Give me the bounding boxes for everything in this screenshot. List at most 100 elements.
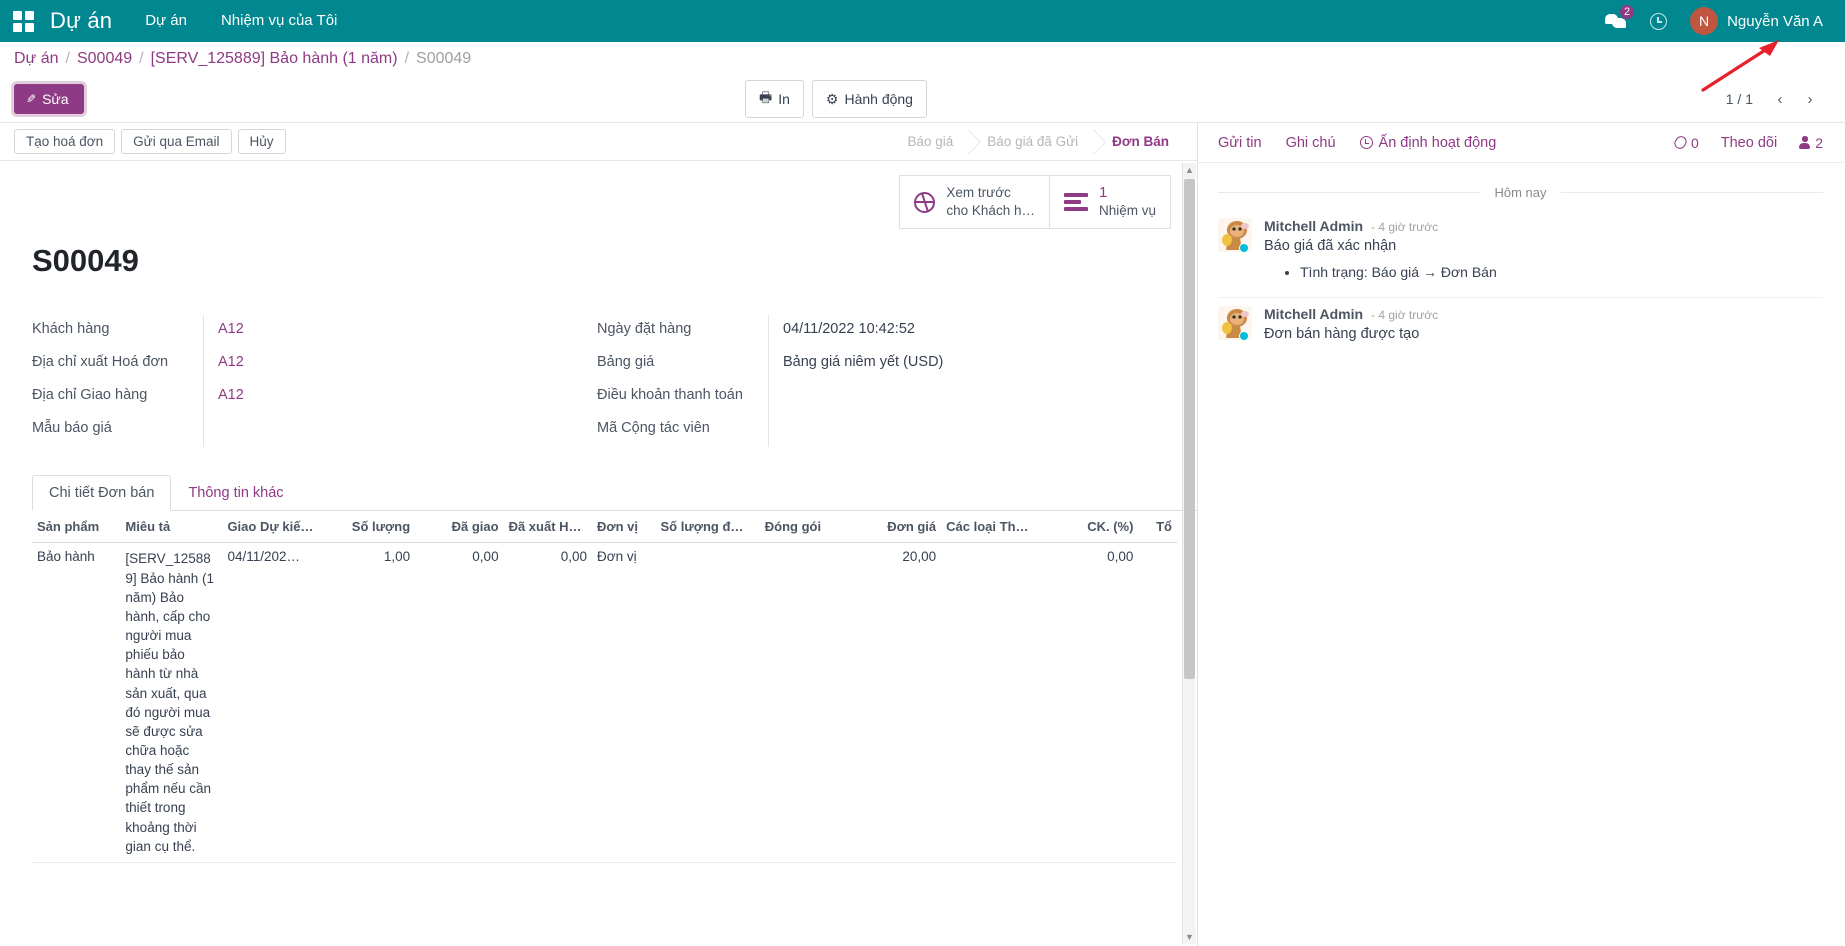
breadcrumb-item-2[interactable]: [SERV_125889] Bảo hành (1 năm) <box>151 50 398 68</box>
action-button[interactable]: ⚙ Hành động <box>812 80 927 118</box>
apps-menu-toggle[interactable] <box>0 0 46 42</box>
tab-other-info[interactable]: Thông tin khác <box>171 475 300 511</box>
message-author[interactable]: Mitchell Admin <box>1264 306 1363 322</box>
cell-packaging[interactable] <box>760 543 848 863</box>
cell-product[interactable]: Bảo hành <box>32 543 120 863</box>
cell-unit-price[interactable]: 20,00 <box>848 543 941 863</box>
cell-quantity[interactable]: 1,00 <box>327 543 415 863</box>
tasks-count: 1 <box>1099 184 1107 201</box>
cell-taxes[interactable] <box>941 543 1050 863</box>
scrollbar-thumb[interactable] <box>1184 179 1195 679</box>
field-order-date: Ngày đặt hàng 04/11/2022 10:42:52 <box>597 315 1162 348</box>
col-packaging[interactable]: Đóng gói <box>760 511 848 543</box>
pager-next-button[interactable]: › <box>1797 86 1823 112</box>
cell-invoiced[interactable]: 0,00 <box>504 543 592 863</box>
col-uom[interactable]: Đơn vị <box>592 511 655 543</box>
cell-discount[interactable]: 0,00 <box>1050 543 1138 863</box>
menu-item-my-tasks[interactable]: Nhiệm vụ của Tôi <box>204 0 354 42</box>
table-row[interactable]: Bảo hành [SERV_125889] Bảo hành (1 năm) … <box>32 543 1177 863</box>
order-lines-wrapper: Sản phẩm Miêu tả Giao Dự kiế… Số lượng Đ… <box>0 511 1197 863</box>
col-invoiced[interactable]: Đã xuất Ho… <box>504 511 592 543</box>
message-body: Mitchell Admin - 4 giờ trước Đơn bán hàn… <box>1264 306 1823 342</box>
activities-button[interactable] <box>1638 0 1678 42</box>
message-tracking-list: Tình trạng: Báo giá → Đơn Bán <box>1264 262 1823 283</box>
field-invoice-address-value[interactable]: A12 <box>204 348 244 376</box>
col-description[interactable]: Miêu tả <box>120 511 222 543</box>
cell-delivered[interactable]: 0,00 <box>415 543 503 863</box>
notebook: Chi tiết Đơn bán Thông tin khác <box>0 457 1197 511</box>
field-delivery-address-value[interactable]: A12 <box>204 381 244 409</box>
scroll-down-arrow-icon[interactable]: ▼ <box>1183 930 1196 944</box>
field-affiliate-code: Mã Cộng tác viên <box>597 414 1162 447</box>
col-delivered[interactable]: Đã giao <box>415 511 503 543</box>
send-message-button[interactable]: Gửi tin <box>1218 135 1262 151</box>
page-title: S00049 <box>0 229 1197 285</box>
top-navbar: Dự án Dự án Nhiệm vụ của Tôi 2 N Nguyễn … <box>0 0 1845 42</box>
field-quotation-template-value[interactable] <box>204 414 218 426</box>
chevron-right-icon: › <box>1808 91 1813 108</box>
cancel-button[interactable]: Hủy <box>238 129 286 154</box>
pager-previous-button[interactable]: ‹ <box>1767 86 1793 112</box>
schedule-activity-button[interactable]: Ấn định hoạt động <box>1360 135 1497 151</box>
cell-uom[interactable]: Đơn vị <box>592 543 655 863</box>
col-product[interactable]: Sản phẩm <box>32 511 120 543</box>
field-payment-terms-value[interactable] <box>769 381 783 393</box>
cell-delivery-date[interactable]: 04/11/202… <box>222 543 326 863</box>
avatar <box>1218 218 1252 252</box>
message-author[interactable]: Mitchell Admin <box>1264 218 1363 234</box>
field-invoice-address-label: Địa chỉ xuất Hoá đơn <box>32 348 204 381</box>
customer-preview-button[interactable]: Xem trước cho Khách h… <box>899 175 1049 229</box>
message-header: Mitchell Admin - 4 giờ trước <box>1264 306 1823 322</box>
col-discount[interactable]: CK. (%) <box>1050 511 1138 543</box>
followers-button[interactable]: 2 <box>1799 135 1823 151</box>
field-affiliate-code-value[interactable] <box>769 414 783 426</box>
attachments-button[interactable]: 0 <box>1675 135 1699 151</box>
pencil-icon: ✎ <box>26 92 36 106</box>
attachment-count: 0 <box>1691 135 1699 151</box>
cell-qty-ordered[interactable] <box>655 543 759 863</box>
avatar <box>1218 306 1252 340</box>
stage-quotation-sent[interactable]: Báo giá đã Gửi <box>967 129 1092 155</box>
user-menu[interactable]: N Nguyễn Văn A <box>1680 7 1823 35</box>
col-delivery-date[interactable]: Giao Dự kiế… <box>222 511 326 543</box>
col-unit-price[interactable]: Đơn giá <box>848 511 941 543</box>
messages-button[interactable]: 2 <box>1596 0 1636 42</box>
message-text: Đơn bán hàng được tạo <box>1264 322 1823 342</box>
send-by-email-button[interactable]: Gửi qua Email <box>121 129 231 154</box>
tasks-smart-button[interactable]: 1 Nhiệm vụ <box>1049 175 1171 229</box>
menu-item-projects[interactable]: Dự án <box>128 0 204 42</box>
cell-description[interactable]: [SERV_125889] Bảo hành (1 năm) Bảo hành,… <box>120 543 222 863</box>
breadcrumb-item-1[interactable]: S00049 <box>77 50 132 68</box>
scroll-up-arrow-icon[interactable]: ▲ <box>1183 163 1196 177</box>
field-customer-value[interactable]: A12 <box>204 315 244 343</box>
edit-button[interactable]: ✎ Sửa <box>14 84 84 114</box>
create-invoice-button[interactable]: Tạo hoá đơn <box>14 129 115 154</box>
field-pricelist-value[interactable]: Bảng giá niêm yết (USD) <box>769 348 943 376</box>
breadcrumb: Dự án / S00049 / [SERV_125889] Bảo hành … <box>0 42 1845 76</box>
online-status-dot <box>1239 331 1249 341</box>
app-brand-title[interactable]: Dự án <box>46 0 128 42</box>
cell-total[interactable] <box>1138 543 1177 863</box>
field-delivery-address: Địa chỉ Giao hàng A12 <box>32 381 597 414</box>
col-quantity[interactable]: Số lượng <box>327 511 415 543</box>
chevron-left-icon: ‹ <box>1778 91 1783 108</box>
field-payment-terms: Điều khoản thanh toán <box>597 381 1162 414</box>
list-item: Mitchell Admin - 4 giờ trước Đơn bán hàn… <box>1218 298 1823 356</box>
col-total[interactable]: Tổ <box>1138 511 1177 543</box>
form-status-bar: Tạo hoá đơn Gửi qua Email Hủy Báo giá Bá… <box>0 123 1197 161</box>
field-order-date-value[interactable]: 04/11/2022 10:42:52 <box>769 315 915 343</box>
chatter-panel: Gửi tin Ghi chú Ấn định hoạt động 0 Theo… <box>1198 123 1845 946</box>
follow-button[interactable]: Theo dõi <box>1721 135 1777 151</box>
stage-quotation[interactable]: Báo giá <box>896 129 968 155</box>
breadcrumb-item-0[interactable]: Dự án <box>14 50 59 68</box>
form-scrollbar[interactable]: ▲ ▼ <box>1182 163 1195 944</box>
paperclip-icon <box>1672 134 1688 151</box>
breadcrumb-separator: / <box>132 50 150 68</box>
chatter-thread: Hôm nay <box>1198 163 1845 946</box>
col-taxes[interactable]: Các loại Th… <box>941 511 1050 543</box>
col-qty-ordered[interactable]: Số lượng đ… <box>655 511 759 543</box>
log-note-button[interactable]: Ghi chú <box>1286 135 1336 151</box>
field-quotation-template: Mẫu báo giá <box>32 414 597 447</box>
tab-order-lines[interactable]: Chi tiết Đơn bán <box>32 475 171 511</box>
print-button[interactable]: 🖶 In <box>745 80 804 118</box>
